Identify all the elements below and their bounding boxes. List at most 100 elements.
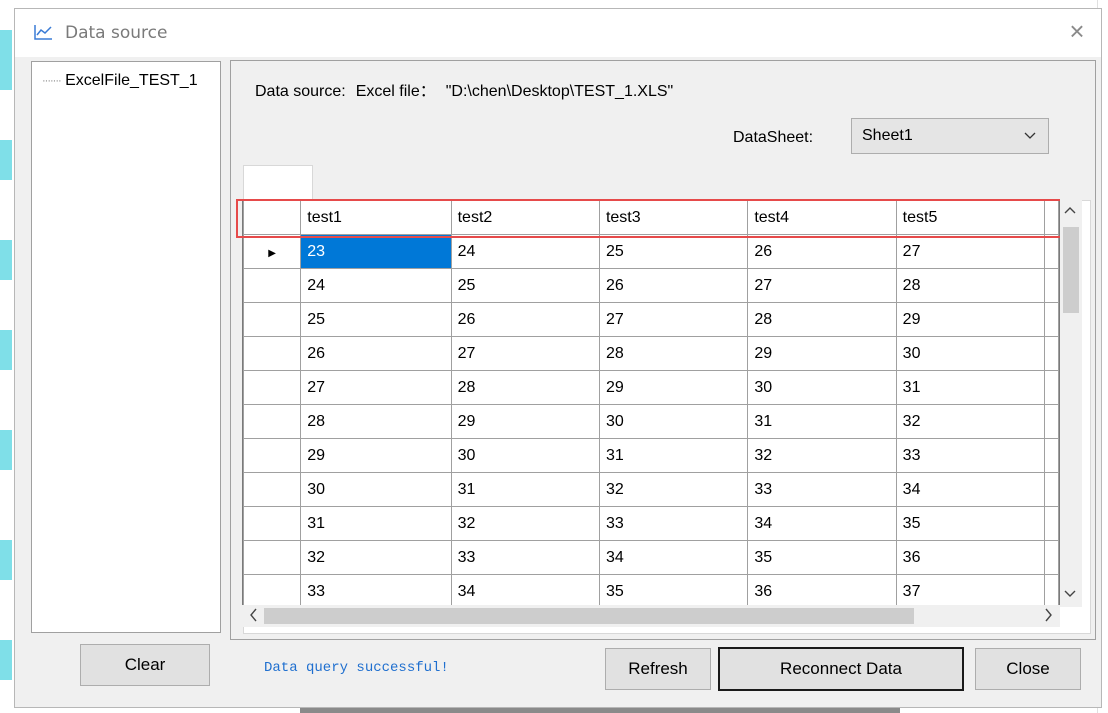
scroll-right-icon[interactable]: [1044, 607, 1054, 626]
grid-cell[interactable]: 30: [450, 438, 600, 473]
grid-cell[interactable]: 31: [598, 438, 749, 473]
grid-cell-partial[interactable]: [1044, 302, 1059, 337]
grid-cell[interactable]: 36: [747, 574, 897, 606]
scroll-left-icon[interactable]: [248, 607, 258, 626]
grid-cell[interactable]: 29: [895, 302, 1046, 337]
clear-button[interactable]: Clear: [80, 644, 210, 686]
column-header[interactable]: test5: [895, 200, 1046, 235]
close-icon[interactable]: ×: [1063, 17, 1091, 45]
table-row[interactable]: 26 27 28 29 30: [243, 336, 1059, 371]
grid-cell[interactable]: 25: [300, 302, 452, 337]
vertical-scroll-thumb[interactable]: [1063, 227, 1079, 313]
row-header[interactable]: [243, 438, 302, 473]
row-header[interactable]: [243, 370, 302, 405]
row-header[interactable]: [243, 404, 302, 439]
grid-cell[interactable]: 32: [598, 472, 749, 507]
grid-cell[interactable]: 26: [747, 234, 897, 269]
grid-cell[interactable]: 33: [300, 574, 452, 606]
grid-cell[interactable]: 25: [598, 234, 749, 269]
grid-cell[interactable]: 37: [895, 574, 1046, 606]
reconnect-data-button[interactable]: Reconnect Data: [718, 647, 964, 691]
grid-cell[interactable]: 24: [300, 268, 452, 303]
refresh-button[interactable]: Refresh: [605, 648, 711, 690]
row-header[interactable]: [243, 574, 302, 606]
grid-cell-partial[interactable]: [1044, 506, 1059, 541]
grid-cell[interactable]: 29: [300, 438, 452, 473]
grid-cell[interactable]: 33: [450, 540, 600, 575]
table-row[interactable]: 31 32 33 34 35: [243, 506, 1059, 541]
grid-cell-partial[interactable]: [1044, 472, 1059, 507]
grid-cell[interactable]: 30: [300, 472, 452, 507]
table-row[interactable]: 32 33 34 35 36: [243, 540, 1059, 575]
grid-cell[interactable]: 27: [895, 234, 1046, 269]
column-header[interactable]: test4: [747, 200, 897, 235]
table-row[interactable]: 29 30 31 32 33: [243, 438, 1059, 473]
source-tree[interactable]: ······· ExcelFile_TEST_1: [31, 61, 221, 633]
horizontal-scrollbar[interactable]: [242, 605, 1060, 627]
grid-cell[interactable]: 31: [300, 506, 452, 541]
grid-cell-partial[interactable]: [1044, 370, 1059, 405]
data-grid[interactable]: test1 test2 test3 test4 test5 ▶ 23 24 25 26 2…: [242, 199, 1060, 607]
grid-cell[interactable]: 34: [747, 506, 897, 541]
grid-cell[interactable]: 26: [598, 268, 749, 303]
grid-cell[interactable]: 28: [895, 268, 1046, 303]
close-button[interactable]: Close: [975, 648, 1081, 690]
grid-cell[interactable]: 35: [598, 574, 749, 606]
grid-cell[interactable]: 27: [300, 370, 452, 405]
row-header-corner[interactable]: [243, 200, 302, 235]
grid-cell[interactable]: 33: [747, 472, 897, 507]
grid-cell-partial[interactable]: [1044, 438, 1059, 473]
grid-cell[interactable]: 28: [598, 336, 749, 371]
table-row[interactable]: 27 28 29 30 31: [243, 370, 1059, 405]
row-header[interactable]: ▶: [243, 234, 302, 269]
grid-cell[interactable]: 28: [747, 302, 897, 337]
grid-cell[interactable]: 34: [895, 472, 1046, 507]
grid-cell-partial[interactable]: [1044, 574, 1059, 606]
grid-cell[interactable]: 30: [598, 404, 749, 439]
tab-sheet[interactable]: [243, 165, 313, 201]
datasheet-select[interactable]: Sheet1: [851, 118, 1049, 154]
table-row[interactable]: 25 26 27 28 29: [243, 302, 1059, 337]
table-row[interactable]: ▶ 23 24 25 26 27: [243, 234, 1059, 269]
grid-cell[interactable]: 33: [895, 438, 1046, 473]
grid-cell-partial[interactable]: [1044, 268, 1059, 303]
grid-cell[interactable]: 32: [300, 540, 452, 575]
tree-item-excelfile[interactable]: ······· ExcelFile_TEST_1: [42, 72, 198, 90]
grid-cell[interactable]: 32: [747, 438, 897, 473]
grid-cell[interactable]: 35: [747, 540, 897, 575]
grid-cell[interactable]: 31: [747, 404, 897, 439]
grid-cell[interactable]: 27: [450, 336, 600, 371]
grid-cell-partial[interactable]: [1044, 540, 1059, 575]
grid-cell[interactable]: 25: [450, 268, 600, 303]
grid-cell[interactable]: 24: [450, 234, 600, 269]
grid-cell[interactable]: 23: [300, 234, 452, 269]
horizontal-scroll-thumb[interactable]: [264, 608, 914, 624]
grid-cell[interactable]: 33: [598, 506, 749, 541]
grid-cell[interactable]: 31: [895, 370, 1046, 405]
grid-cell[interactable]: 36: [895, 540, 1046, 575]
grid-cell[interactable]: 27: [598, 302, 749, 337]
grid-cell-partial[interactable]: [1044, 404, 1059, 439]
row-header[interactable]: [243, 506, 302, 541]
row-header[interactable]: [243, 540, 302, 575]
grid-cell[interactable]: 27: [747, 268, 897, 303]
title-bar[interactable]: Data source ×: [15, 9, 1101, 57]
vertical-scrollbar[interactable]: [1060, 199, 1082, 607]
grid-cell[interactable]: 29: [450, 404, 600, 439]
grid-cell[interactable]: 29: [598, 370, 749, 405]
scroll-up-icon[interactable]: [1064, 203, 1076, 218]
column-header[interactable]: test2: [450, 200, 600, 235]
grid-cell[interactable]: 32: [895, 404, 1046, 439]
grid-cell[interactable]: 26: [300, 336, 452, 371]
row-header[interactable]: [243, 336, 302, 371]
grid-cell[interactable]: 34: [450, 574, 600, 606]
table-row[interactable]: 33 34 35 36 37: [243, 574, 1059, 606]
grid-cell[interactable]: 26: [450, 302, 600, 337]
row-header[interactable]: [243, 302, 302, 337]
table-row[interactable]: 30 31 32 33 34: [243, 472, 1059, 507]
grid-cell[interactable]: 30: [895, 336, 1046, 371]
grid-cell[interactable]: 34: [598, 540, 749, 575]
grid-cell[interactable]: 32: [450, 506, 600, 541]
grid-cell-partial[interactable]: [1044, 234, 1059, 269]
column-header-partial[interactable]: [1044, 200, 1059, 235]
